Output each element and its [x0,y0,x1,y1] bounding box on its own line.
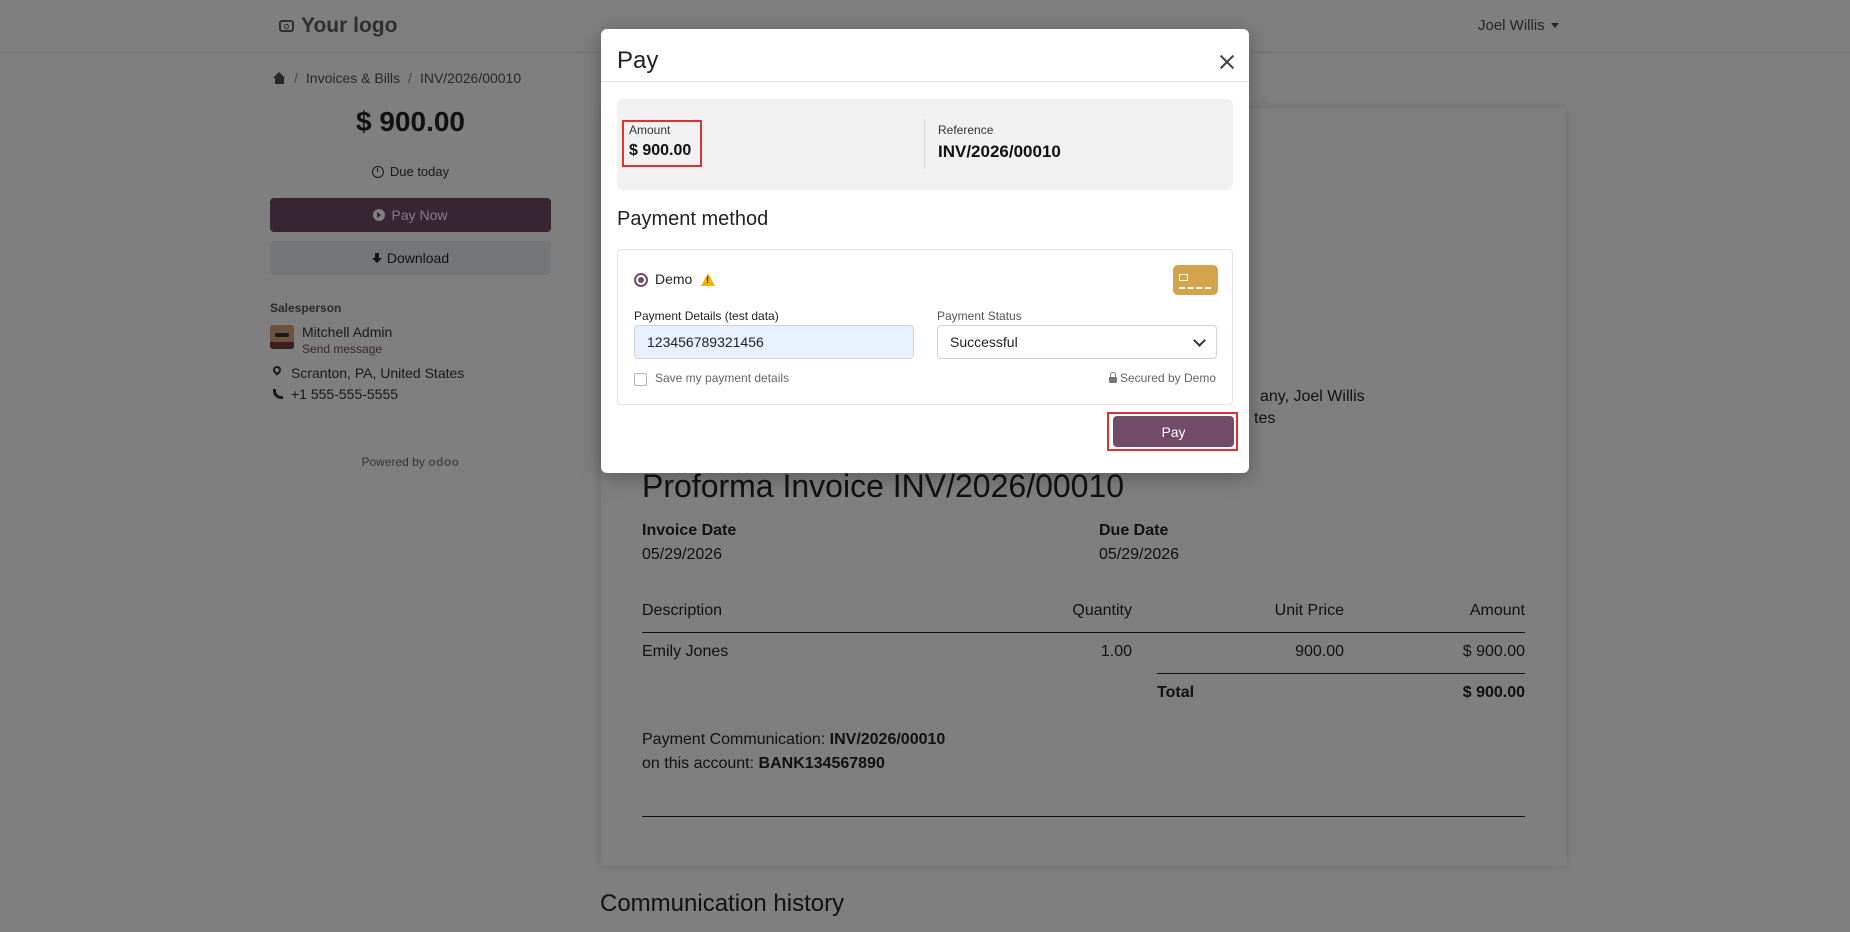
credit-card-icon [1173,265,1218,295]
close-icon[interactable] [1218,53,1236,71]
payment-status-select[interactable]: Successful [937,325,1217,359]
dialog-title: Pay [617,47,659,74]
payment-method-title: Payment method [617,208,769,230]
payment-status-value: Successful [950,334,1018,350]
pay-button[interactable]: Pay [1113,416,1234,447]
amount-label: Amount [629,123,671,137]
payment-method-card: Demo Payment Details (test data) Payment… [617,249,1233,405]
save-payment-details-label[interactable]: Save my payment details [655,371,789,385]
chevron-down-icon [1193,333,1206,347]
secured-by-text: Secured by Demo [1119,371,1216,385]
payment-method-name[interactable]: Demo [655,271,692,287]
reference-value: INV/2026/00010 [938,142,1061,161]
amount-value: $ 900.00 [629,142,692,159]
warning-icon [701,273,715,286]
save-payment-details-checkbox[interactable] [634,373,647,386]
payment-status-label: Payment Status [937,309,1022,323]
secured-by: Secured by Demo [1108,371,1216,385]
reference-label: Reference [938,123,994,137]
summary-divider [924,119,925,169]
dialog-header-divider [601,81,1249,82]
lock-icon [1108,371,1117,383]
payment-details-label: Payment Details (test data) [634,309,779,323]
payment-details-input[interactable] [634,325,914,359]
payment-method-radio[interactable] [634,273,648,287]
payment-summary: Amount $ 900.00 Reference INV/2026/00010 [617,99,1233,190]
pay-dialog: Pay Amount $ 900.00 Reference INV/2026/0… [601,29,1249,473]
